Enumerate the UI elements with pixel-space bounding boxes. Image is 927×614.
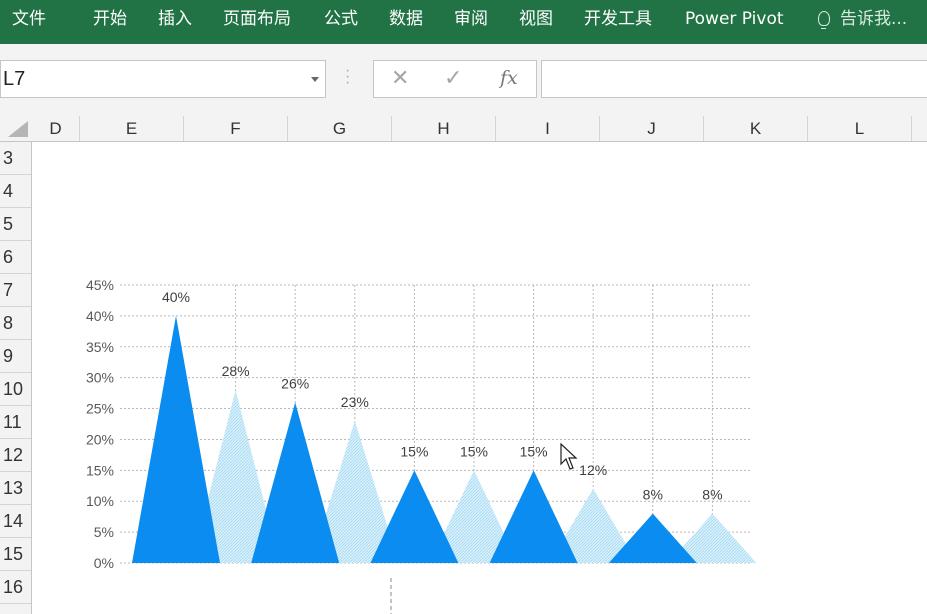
tab-3[interactable]: 页面布局 <box>223 0 291 38</box>
y-tick-label: 35% <box>86 339 114 355</box>
data-label: 8% <box>702 487 722 503</box>
tab-8[interactable]: 开发工具 <box>584 0 652 38</box>
y-tick-label: 45% <box>86 277 114 293</box>
data-label: 15% <box>400 443 428 459</box>
data-label: 15% <box>520 443 548 459</box>
row-header-5[interactable]: 5 <box>0 208 31 241</box>
row-header-11[interactable]: 11 <box>0 406 31 439</box>
formula-buttons: ✕ ✓ fx <box>373 60 537 98</box>
y-tick-label: 25% <box>86 401 114 417</box>
data-label: 8% <box>643 487 663 503</box>
column-header-j[interactable]: J <box>600 116 704 141</box>
name-box-value: L7 <box>3 68 26 90</box>
tab-7[interactable]: 视图 <box>519 0 553 38</box>
tab-9[interactable]: Power Pivot <box>685 0 784 38</box>
y-tick-label: 20% <box>86 431 114 447</box>
row-header-4[interactable]: 4 <box>0 175 31 208</box>
y-tick-label: 30% <box>86 370 114 386</box>
data-label: 26% <box>281 375 309 391</box>
tab-2[interactable]: 插入 <box>158 0 192 38</box>
column-header-d[interactable]: D <box>32 116 80 141</box>
row-headers: 3 4 5 6 7 8 9 10 11 12 13 14 15 16 <box>0 142 32 614</box>
column-header-e[interactable]: E <box>80 116 184 141</box>
tab-5[interactable]: 数据 <box>389 0 423 38</box>
row-header-14[interactable]: 14 <box>0 505 31 538</box>
data-label: 12% <box>579 462 607 478</box>
triangle-mark-6[interactable] <box>489 470 578 563</box>
triangle-mark-2[interactable] <box>251 402 340 563</box>
row-header-7[interactable]: 7 <box>0 274 31 307</box>
y-tick-label: 10% <box>86 493 114 509</box>
y-tick-label: 5% <box>94 524 114 540</box>
y-tick-label: 40% <box>86 308 114 324</box>
worksheet-grid[interactable]: 0% 5% 10% 15% 20% 25% 30% 35% 40% 45% 40% 28% 26% 23%… <box>32 142 927 614</box>
row-header-12[interactable]: 12 <box>0 439 31 472</box>
column-header-f[interactable]: F <box>184 116 288 141</box>
column-header-g[interactable]: G <box>288 116 392 141</box>
column-headers: DEFGHIJKL <box>0 116 927 142</box>
data-label: 23% <box>341 394 369 410</box>
column-header-l[interactable]: L <box>808 116 912 141</box>
tab-4[interactable]: 公式 <box>324 0 358 38</box>
insert-function-icon[interactable]: fx <box>500 67 518 89</box>
data-label: 15% <box>460 443 488 459</box>
row-header-8[interactable]: 8 <box>0 307 31 340</box>
cancel-icon[interactable]: ✕ <box>391 65 409 91</box>
row-header-6[interactable]: 6 <box>0 241 31 274</box>
formula-bar: L7 · · · ✕ ✓ fx <box>0 44 927 117</box>
row-header-3[interactable]: 3 <box>0 142 31 175</box>
row-header-10[interactable]: 10 <box>0 373 31 406</box>
row-header-13[interactable]: 13 <box>0 472 31 505</box>
tab-6[interactable]: 审阅 <box>454 0 488 38</box>
column-header-i[interactable]: I <box>496 116 600 141</box>
formula-input[interactable] <box>541 60 927 98</box>
tab-0[interactable]: 文件 <box>12 0 46 38</box>
row-header-16[interactable]: 16 <box>0 571 31 604</box>
column-header-k[interactable]: K <box>704 116 808 141</box>
tab-1[interactable]: 开始 <box>93 0 127 38</box>
data-label: 28% <box>222 363 250 379</box>
y-tick-label: 15% <box>86 462 114 478</box>
drag-handle-icon[interactable]: · · · <box>345 63 350 91</box>
row-header-15[interactable]: 15 <box>0 538 31 571</box>
select-all-icon[interactable] <box>8 121 28 137</box>
row-header-9[interactable]: 9 <box>0 340 31 373</box>
mouse-pointer-icon <box>560 443 578 470</box>
column-header-h[interactable]: H <box>392 116 496 141</box>
chevron-down-icon[interactable] <box>311 77 319 82</box>
lightbulb-icon[interactable] <box>818 11 830 29</box>
data-label: 40% <box>162 289 190 305</box>
y-tick-label: 0% <box>94 555 114 571</box>
tell-me-search[interactable]: 告诉我... <box>840 0 907 38</box>
chart[interactable]: 0% 5% 10% 15% 20% 25% 30% 35% 40% 45% 40% 28% 26% 23%… <box>32 142 927 614</box>
enter-icon[interactable]: ✓ <box>444 65 462 91</box>
ribbon: 文件 开始 插入 页面布局 公式 数据 审阅 视图 开发工具 Power Pivot 告诉我... <box>0 0 927 44</box>
name-box[interactable]: L7 <box>0 60 326 98</box>
